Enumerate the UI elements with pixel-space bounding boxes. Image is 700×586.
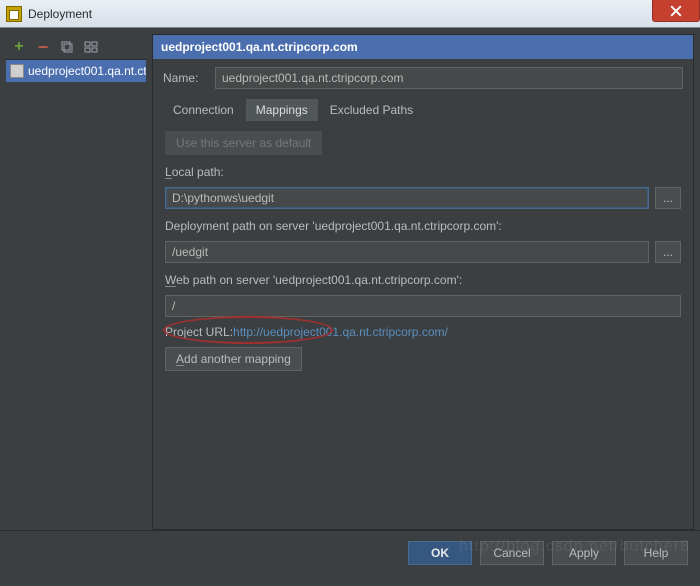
deployment-path-input[interactable] (165, 241, 649, 263)
deployment-path-row: ... (165, 241, 681, 263)
add-mapping-button[interactable]: Add another mappingAdd another mapping (165, 347, 302, 371)
name-input[interactable] (215, 67, 683, 89)
tab-excluded-paths[interactable]: Excluded Paths (320, 99, 423, 121)
titlebar: Deployment (0, 0, 700, 28)
server-item-label: uedproject001.qa.nt.ctripcorp.com (28, 64, 146, 78)
web-path-label: Web path on server 'uedproject001.qa.nt.… (165, 273, 681, 287)
close-icon (670, 5, 682, 17)
tab-mappings[interactable]: Mappings (246, 99, 318, 121)
web-path-row (165, 295, 681, 317)
tabs: Connection Mappings Excluded Paths (153, 93, 693, 121)
server-item[interactable]: uedproject001.qa.nt.ctripcorp.com (6, 60, 146, 82)
cancel-button[interactable]: Cancel (480, 541, 544, 565)
deployment-path-label: Deployment path on server 'uedproject001… (165, 219, 681, 233)
window-title: Deployment (28, 7, 92, 21)
project-url-link[interactable]: http://uedproject001.qa.nt.ctripcorp.com… (233, 325, 448, 339)
sidebar: + − uedproject001.qa.nt.ctripcorp.com (6, 34, 146, 530)
tab-body-mappings: Use this server as default LLocal path:o… (153, 121, 693, 529)
add-server-button[interactable]: + (10, 38, 28, 56)
group-icon (84, 40, 98, 54)
copy-icon (60, 40, 74, 54)
use-as-default-button[interactable]: Use this server as default (165, 131, 322, 155)
sidebar-toolbar: + − (6, 34, 146, 60)
project-url-label: Project URL: (165, 325, 233, 339)
name-row: Name: (153, 59, 693, 93)
ok-button[interactable]: OK (408, 541, 472, 565)
content-panel: uedproject001.qa.nt.ctripcorp.com Name: … (152, 34, 694, 530)
tab-connection[interactable]: Connection (163, 99, 244, 121)
group-servers-button[interactable] (82, 38, 100, 56)
local-path-label: LLocal path:ocal path: (165, 165, 681, 179)
server-icon (10, 64, 24, 78)
copy-server-button[interactable] (58, 38, 76, 56)
project-url-row: Project URL:http://uedproject001.qa.nt.c… (165, 325, 681, 339)
app-icon (6, 6, 22, 22)
local-path-browse-button[interactable]: ... (655, 187, 681, 209)
name-label: Name: (163, 71, 207, 85)
server-list: uedproject001.qa.nt.ctripcorp.com (6, 60, 146, 530)
close-button[interactable] (652, 0, 700, 22)
content-header: uedproject001.qa.nt.ctripcorp.com (153, 35, 693, 59)
dialog-footer: OK Cancel Apply Help (0, 530, 700, 574)
web-path-input[interactable] (165, 295, 681, 317)
deployment-path-browse-button[interactable]: ... (655, 241, 681, 263)
workarea: + − uedproject001.qa.nt.ctripcorp.com ue… (0, 28, 700, 530)
help-button[interactable]: Help (624, 541, 688, 565)
local-path-input[interactable] (165, 187, 649, 209)
local-path-row: ... (165, 187, 681, 209)
apply-button[interactable]: Apply (552, 541, 616, 565)
remove-server-button[interactable]: − (34, 38, 52, 56)
